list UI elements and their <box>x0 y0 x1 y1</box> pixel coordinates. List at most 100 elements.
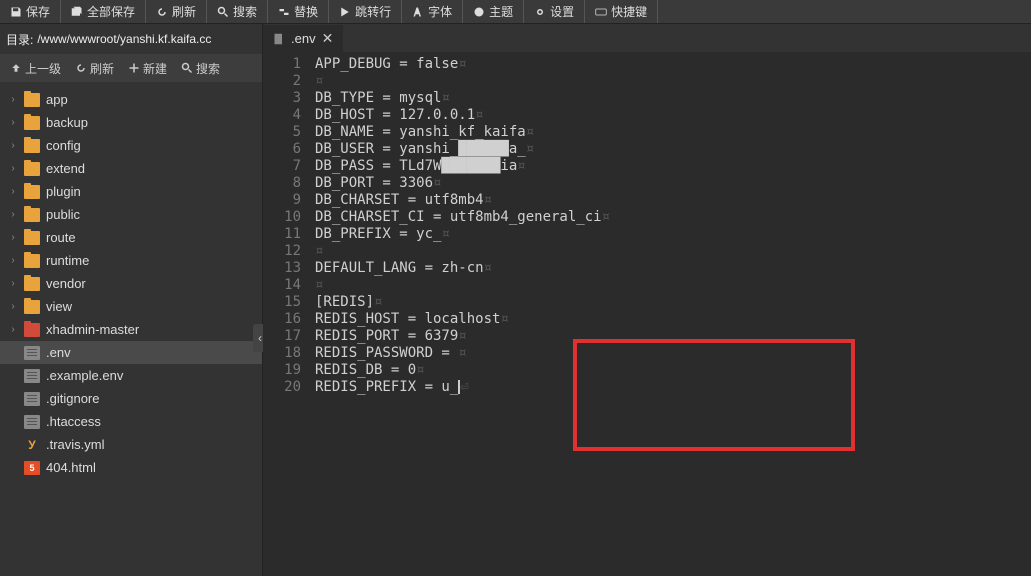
theme-button[interactable]: 主题 <box>463 0 524 23</box>
jump-button[interactable]: 跳转行 <box>329 0 402 23</box>
new-button[interactable]: 新建 <box>122 57 173 80</box>
chevron-icon[interactable]: › <box>8 278 18 289</box>
file-item[interactable]: .htaccess <box>0 410 262 433</box>
code-line: ¤ <box>315 277 1031 294</box>
tree-item-label: app <box>46 92 68 107</box>
code-line: REDIS_PORT = 6379¤ <box>315 328 1031 345</box>
tree-item-label: .example.env <box>46 368 123 383</box>
replace-button[interactable]: 替换 <box>268 0 329 23</box>
font-button[interactable]: 字体 <box>402 0 463 23</box>
tree-item-label: plugin <box>46 184 81 199</box>
folder-item[interactable]: › plugin <box>0 180 262 203</box>
up-level-button[interactable]: 上一级 <box>4 57 67 80</box>
sidebar: 目录: /www/wwwroot/yanshi.kf.kaifa.cc 上一级 … <box>0 24 263 576</box>
folder-item[interactable]: ›config <box>0 134 262 157</box>
code-line: DB_NAME = yanshi_kf_kaifa¤ <box>315 124 1031 141</box>
tree-item-label: .travis.yml <box>46 437 105 452</box>
file-icon <box>24 392 40 406</box>
file-icon <box>24 346 40 360</box>
code-line: REDIS_DB = 0¤ <box>315 362 1031 379</box>
path-value: /www/wwwroot/yanshi.kf.kaifa.cc <box>37 32 211 46</box>
folder-item[interactable]: › runtime <box>0 249 262 272</box>
folder-item[interactable]: › view <box>0 295 262 318</box>
chevron-icon[interactable]: › <box>8 209 18 220</box>
shortcut-button[interactable]: 快捷键 <box>585 0 658 23</box>
chevron-icon[interactable]: › <box>8 232 18 243</box>
code-line: DB_PASS = TLd7W███████ia¤ <box>315 158 1031 175</box>
file-item[interactable]: .gitignore <box>0 387 262 410</box>
tree-item-label: public <box>46 207 80 222</box>
code-line: APP_DEBUG = false¤ <box>315 56 1031 73</box>
code-line: DEFAULT_LANG = zh-cn¤ <box>315 260 1031 277</box>
file-item[interactable]: 5 404.html <box>0 456 262 479</box>
html-icon: 5 <box>24 461 40 475</box>
code-line: ¤ <box>315 243 1031 260</box>
tree-item-label: 404.html <box>46 460 96 475</box>
tab-env[interactable]: .env ✕ <box>263 25 343 52</box>
file-item[interactable]: У .travis.yml <box>0 433 262 456</box>
folder-item[interactable]: › extend <box>0 157 262 180</box>
tree-item-label: .htaccess <box>46 414 101 429</box>
folder-icon <box>24 185 40 199</box>
code-area[interactable]: 1234567891011121314151617181920 APP_DEBU… <box>263 52 1031 576</box>
tree-item-label: runtime <box>46 253 89 268</box>
tree-item-label: extend <box>46 161 85 176</box>
folder-item[interactable]: › vendor <box>0 272 262 295</box>
search-tree-button[interactable]: 搜索 <box>175 57 226 80</box>
tree-item-label: view <box>46 299 72 314</box>
folder-item[interactable]: › app <box>0 88 262 111</box>
search-button[interactable]: 搜索 <box>207 0 268 23</box>
code-line: REDIS_HOST = localhost¤ <box>315 311 1031 328</box>
tree-item-label: xhadmin-master <box>46 322 139 337</box>
code-line: DB_HOST = 127.0.0.1¤ <box>315 107 1031 124</box>
code-line: DB_TYPE = mysql¤ <box>315 90 1031 107</box>
tree-item-label: .gitignore <box>46 391 99 406</box>
refresh-tree-button[interactable]: 刷新 <box>69 57 120 80</box>
code-line: REDIS_PREFIX = u_⏎ <box>315 379 1031 396</box>
file-item[interactable]: .env <box>0 341 262 364</box>
sidebar-tools: 上一级 刷新 新建 搜索 <box>0 54 262 82</box>
refresh-button[interactable]: 刷新 <box>146 0 207 23</box>
save-button[interactable]: 保存 <box>0 0 61 23</box>
code-line: DB_CHARSET = utf8mb4¤ <box>315 192 1031 209</box>
close-icon[interactable]: ✕ <box>322 30 334 47</box>
folder-icon <box>24 116 40 130</box>
folder-icon <box>24 208 40 222</box>
file-icon <box>273 33 285 45</box>
code-line: REDIS_PASSWORD = ¤ <box>315 345 1031 362</box>
yml-icon: У <box>24 438 40 452</box>
folder-item[interactable]: ›route <box>0 226 262 249</box>
topbar: 保存 全部保存 刷新 搜索 替换 跳转行 字体 主题 设置 快捷键 <box>0 0 1031 24</box>
save-all-button[interactable]: 全部保存 <box>61 0 146 23</box>
chevron-icon[interactable]: › <box>8 301 18 312</box>
file-item[interactable]: .example.env <box>0 364 262 387</box>
chevron-icon[interactable]: › <box>8 324 18 335</box>
folder-icon <box>24 254 40 268</box>
editor: ‹ .env ✕ 1234567891011121314151617181920… <box>263 24 1031 576</box>
folder-icon <box>24 277 40 291</box>
tree-item-label: .env <box>46 345 71 360</box>
folder-icon <box>24 300 40 314</box>
chevron-icon[interactable]: › <box>8 163 18 174</box>
chevron-icon[interactable]: › <box>8 94 18 105</box>
folder-icon <box>24 162 40 176</box>
tree-item-label: backup <box>46 115 88 130</box>
folder-icon <box>24 231 40 245</box>
code-line: [REDIS]¤ <box>315 294 1031 311</box>
code-line: DB_USER = yanshi_██████a_¤ <box>315 141 1031 158</box>
file-icon <box>24 369 40 383</box>
folder-item[interactable]: › backup <box>0 111 262 134</box>
folder-red-icon <box>24 323 40 337</box>
folder-item[interactable]: › public <box>0 203 262 226</box>
chevron-icon[interactable]: › <box>8 117 18 128</box>
settings-button[interactable]: 设置 <box>524 0 585 23</box>
chevron-icon[interactable]: › <box>8 140 18 151</box>
tree-item-label: vendor <box>46 276 86 291</box>
code-content[interactable]: APP_DEBUG = false¤ ¤ DB_TYPE = mysql¤DB_HO… <box>309 52 1031 576</box>
line-gutter: 1234567891011121314151617181920 <box>263 52 309 576</box>
folder-item[interactable]: › xhadmin-master <box>0 318 262 341</box>
file-tree: ›app›backup›config›extend›plugin›public›… <box>0 82 262 576</box>
chevron-icon[interactable]: › <box>8 186 18 197</box>
chevron-icon[interactable]: › <box>8 255 18 266</box>
path-label: 目录: <box>6 31 33 48</box>
